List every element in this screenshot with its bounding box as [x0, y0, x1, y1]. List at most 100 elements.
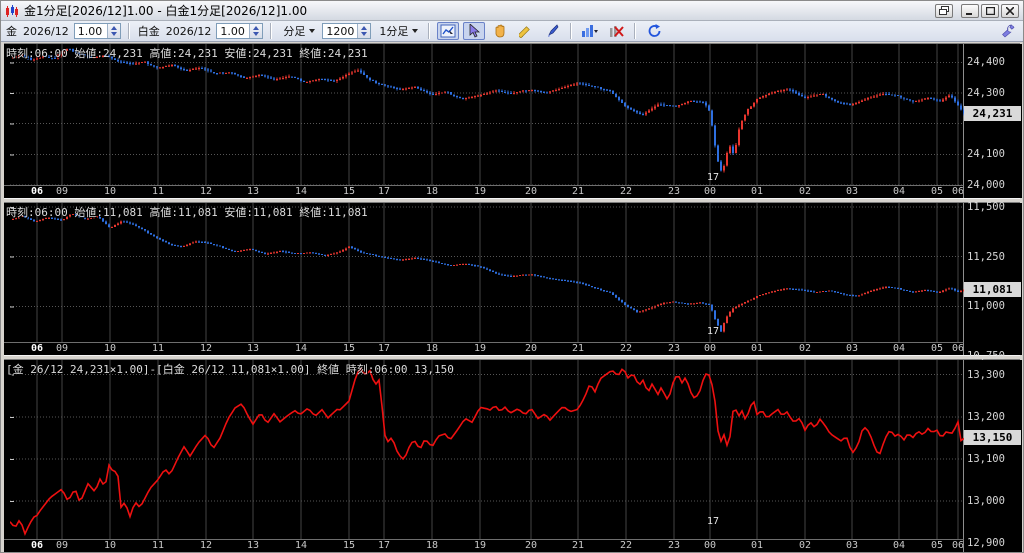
x-tick-label: 23 [667, 540, 681, 551]
x-tick-label: 13 [246, 540, 260, 551]
x-tick-label: 06 [30, 540, 44, 551]
toolbar-separator [127, 23, 130, 39]
x-tick-label: 03 [845, 540, 859, 551]
spread-price-axis: 13,300 13,200 13,100 13,000 12,900 13,150 [964, 360, 1022, 552]
x-tick-label: 21 [571, 540, 585, 551]
pencil-icon [519, 26, 531, 38]
x-tick-label: 12 [199, 540, 213, 551]
x-tick-label: 09 [55, 343, 69, 354]
x-tick-label: 12 [199, 343, 213, 354]
x-tick-label: 06 [951, 186, 964, 197]
close-button[interactable] [1001, 3, 1019, 18]
x-tick-label: 01 [750, 186, 764, 197]
spread-chart-panel: [金 26/12 24,231×1.00]-[白金 26/12 11,081×1… [4, 360, 1022, 552]
x-tick-label: 01 [750, 540, 764, 551]
y-tick-label: 24,000 [967, 179, 1005, 191]
select-tool-button[interactable] [463, 22, 486, 40]
x-tick-label: 14 [294, 186, 308, 197]
chart-mode-icon [440, 24, 456, 38]
float-window-button[interactable] [935, 3, 953, 18]
y-tick-label: 13,200 [967, 410, 1005, 423]
interval-dropdown[interactable]: 1分足 [375, 22, 421, 40]
gold-label: 金 [6, 25, 17, 38]
gold-multiplier-spinner[interactable]: 1.00 [73, 23, 121, 39]
x-tick-label: 18 [425, 540, 439, 551]
x-tick-label: 06 [951, 540, 964, 551]
x-tick-label: 00 [703, 540, 717, 551]
spread-time-axis: 06 09 10 11 12 13 14 15 17 18 19 20 21 22 23 00 01 02 03 04… [4, 539, 964, 552]
x-tick-label: 20 [524, 343, 538, 354]
gold-price-axis: 24,400 24,300 24,100 24,000 24,231 [964, 44, 1022, 198]
x-tick-label: 15 [342, 540, 356, 551]
x-tick-label: 11 [151, 343, 165, 354]
y-tick-label: 11,000 [967, 300, 1005, 313]
y-tick-label: 11,250 [967, 250, 1005, 263]
x-tick-label: 15 [342, 186, 356, 197]
clear-chart-button[interactable] [605, 22, 627, 40]
pan-tool-button[interactable] [489, 22, 511, 40]
settings-button[interactable] [997, 22, 1019, 40]
x-tick-label: 02 [798, 540, 812, 551]
minimize-button[interactable] [961, 3, 979, 18]
y-tick-label: 13,100 [967, 453, 1005, 465]
x-tick-label: 18 [425, 343, 439, 354]
y-tick-label: 24,100 [967, 148, 1005, 161]
platinum-multiplier-spinner[interactable]: 1.00 [216, 23, 264, 39]
gold-contract-label: 2026/12 [23, 24, 69, 38]
clear-chart-icon [609, 26, 624, 37]
interval-type-dropdown[interactable]: 分足 [279, 22, 318, 40]
chevron-down-icon [412, 29, 419, 33]
gold-multiplier-value[interactable]: 1.00 [75, 24, 107, 38]
x-tick-label: 06 [30, 186, 44, 197]
select-cursor-icon [470, 24, 481, 38]
spread-plot[interactable]: [金 26/12 24,231×1.00]-[白金 26/12 11,081×1… [4, 360, 964, 539]
x-tick-label: 09 [55, 186, 69, 197]
minimize-icon [966, 12, 972, 15]
platinum-plot[interactable]: 時刻:06:00 始値:11,081 高値:11,081 安値:11,081 終… [4, 203, 964, 342]
x-tick-label: 03 [845, 186, 859, 197]
last-price-box: 11,081 [964, 282, 1021, 298]
chart-mode-button[interactable] [437, 22, 460, 40]
bar-count-value[interactable]: 1200 [323, 24, 357, 38]
platinum-info-text: 時刻:06:00 始値:11,081 高値:11,081 安値:11,081 終… [6, 206, 368, 219]
gold-multiplier-arrows[interactable] [106, 24, 120, 38]
day-change-marker: 17 [707, 172, 720, 183]
brush-icon [548, 24, 559, 37]
x-tick-label: 00 [703, 343, 717, 354]
chart-type-button[interactable] [579, 22, 601, 40]
x-tick-label: 17 [377, 540, 391, 551]
x-tick-label: 09 [55, 540, 69, 551]
x-tick-label: 19 [473, 540, 487, 551]
toolbar-separator [270, 23, 273, 39]
pan-hand-icon [496, 24, 505, 38]
y-tick-label: 24,400 [967, 56, 1005, 69]
x-tick-label: 19 [473, 186, 487, 197]
platinum-multiplier-value[interactable]: 1.00 [217, 24, 249, 38]
x-tick-label: 15 [342, 343, 356, 354]
gold-chart-panel: 時刻:06:00 始値:24,231 高値:24,231 安値:24,231 終… [4, 44, 1022, 198]
candlestick-chart-icon [6, 4, 18, 17]
bar-count-spinner[interactable]: 1200 [322, 23, 372, 39]
x-tick-label: 21 [571, 186, 585, 197]
platinum-time-axis: 06 09 10 11 12 13 14 15 17 18 19 20 21 22 23 00 01 02 03 04… [4, 342, 964, 355]
x-tick-label: 06 [951, 343, 964, 354]
x-tick-label: 02 [798, 343, 812, 354]
x-tick-label: 02 [798, 186, 812, 197]
pencil-tool-button[interactable] [515, 22, 537, 40]
spread-info-text: [金 26/12 24,231×1.00]-[白金 26/12 11,081×1… [6, 363, 454, 376]
x-tick-label: 12 [199, 186, 213, 197]
platinum-multiplier-arrows[interactable] [249, 24, 263, 38]
x-tick-label: 22 [619, 186, 633, 197]
x-tick-label: 10 [103, 540, 117, 551]
x-tick-label: 10 [103, 186, 117, 197]
gold-plot[interactable]: 時刻:06:00 始値:24,231 高値:24,231 安値:24,231 終… [4, 44, 964, 185]
charts-area: 時刻:06:00 始値:24,231 高値:24,231 安値:24,231 終… [4, 43, 1022, 552]
x-tick-label: 11 [151, 540, 165, 551]
maximize-button[interactable] [981, 3, 999, 18]
toolbar-separator [634, 23, 637, 39]
refresh-button[interactable] [643, 22, 665, 40]
x-tick-label: 04 [892, 343, 906, 354]
bar-count-arrows[interactable] [357, 24, 371, 38]
x-tick-label: 20 [524, 186, 538, 197]
brush-tool-button[interactable] [541, 22, 563, 40]
